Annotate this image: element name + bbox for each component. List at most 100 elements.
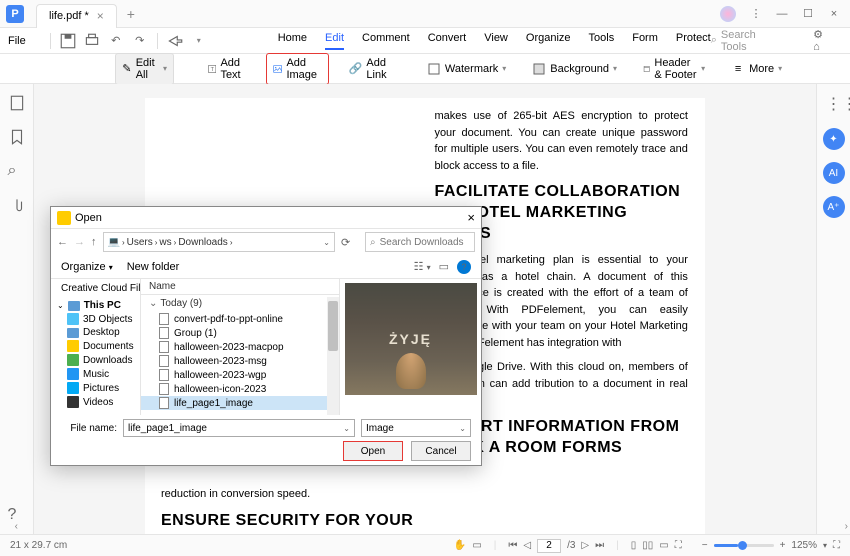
select-tool-icon[interactable]: ▭: [472, 540, 481, 551]
cancel-button[interactable]: Cancel: [411, 441, 471, 461]
file-icon: [159, 327, 169, 339]
tab-convert[interactable]: Convert: [428, 32, 467, 50]
tab-form[interactable]: Form: [632, 32, 658, 50]
file-item[interactable]: halloween-icon-2023: [141, 382, 339, 396]
home-icon[interactable]: ⌂: [813, 41, 820, 53]
scroll-left-icon[interactable]: ‹: [15, 521, 18, 532]
close-tab-icon[interactable]: ×: [97, 9, 104, 23]
tree-node: 3D Objects: [51, 312, 140, 326]
background-button[interactable]: Background ▾: [526, 59, 623, 79]
open-button[interactable]: Open: [343, 441, 403, 461]
file-item[interactable]: Group (1): [141, 326, 339, 340]
pc-icon: 💻: [108, 237, 120, 248]
page-dimensions: 21 x 29.7 cm: [10, 540, 67, 551]
organize-button[interactable]: Organize ▾: [61, 261, 113, 273]
tune-icon[interactable]: ⋮⋮: [826, 94, 842, 110]
zoom-out-icon[interactable]: −: [702, 540, 708, 551]
add-link-button[interactable]: 🔗 Add Link: [343, 54, 393, 84]
bookmarks-icon[interactable]: [8, 128, 26, 146]
more-menu-icon[interactable]: ⋮: [744, 4, 768, 24]
column-header-name[interactable]: Name: [141, 279, 339, 295]
tab-protect[interactable]: Protect: [676, 32, 711, 50]
dialog-search[interactable]: ⌕: [365, 232, 475, 252]
ai-tool-2[interactable]: AI: [823, 162, 845, 184]
single-page-icon[interactable]: ▯: [631, 540, 637, 551]
tab-home[interactable]: Home: [278, 32, 307, 50]
two-page-icon[interactable]: ▭: [659, 540, 668, 551]
tab-edit[interactable]: Edit: [325, 32, 344, 50]
dialog-help-icon[interactable]: ?: [457, 260, 471, 274]
share-icon[interactable]: [166, 32, 184, 50]
file-item[interactable]: convert-pdf-to-ppt-online: [141, 312, 339, 326]
fit-icon[interactable]: ⛶: [675, 540, 682, 551]
dialog-search-input[interactable]: [380, 237, 470, 248]
svg-text:T: T: [211, 66, 215, 72]
edit-all-button[interactable]: ✎ Edit All ▾: [115, 53, 174, 85]
attachments-icon[interactable]: [8, 196, 26, 214]
add-image-button[interactable]: Add Image: [266, 53, 329, 85]
tree-node: ⌄This PC: [51, 299, 140, 312]
zoom-value: 125%: [791, 540, 817, 551]
add-text-button[interactable]: T Add Text: [202, 54, 252, 84]
file-item[interactable]: halloween-2023-macpop: [141, 340, 339, 354]
new-folder-button[interactable]: New folder: [127, 261, 180, 273]
filename-input[interactable]: life_page1_image⌄: [123, 419, 355, 437]
file-menu[interactable]: File: [8, 35, 26, 47]
settings-icon[interactable]: ⚙: [813, 29, 823, 41]
more-button[interactable]: ≡ More ▾: [725, 59, 788, 79]
file-item[interactable]: life_page1_image: [141, 396, 339, 410]
search-icon: ⌕: [370, 237, 376, 248]
titlebar: P life.pdf * × + ⋮ — ☐ ×: [0, 0, 850, 28]
tab-view[interactable]: View: [484, 32, 508, 50]
file-item[interactable]: halloween-2023-msg: [141, 354, 339, 368]
tab-organize[interactable]: Organize: [526, 32, 571, 50]
maximize-icon[interactable]: ☐: [796, 4, 820, 24]
search-tools[interactable]: ⌕ Search Tools: [711, 29, 783, 53]
file-item[interactable]: halloween-2023-wgp: [141, 368, 339, 382]
view-mode-icon[interactable]: ☷ ▾: [414, 260, 431, 273]
breadcrumb[interactable]: 💻 › Users› ws› Downloads› ⌄: [103, 232, 336, 252]
filetype-filter[interactable]: Image⌄: [361, 419, 471, 437]
zoom-in-icon[interactable]: +: [780, 540, 786, 551]
last-page-icon[interactable]: ⏭: [595, 540, 604, 551]
continuous-icon[interactable]: ▯▯: [642, 540, 653, 551]
scroll-right-icon[interactable]: ›: [845, 521, 848, 532]
tab-comment[interactable]: Comment: [362, 32, 410, 50]
search-panel-icon[interactable]: ⌕: [8, 162, 26, 180]
account-avatar[interactable]: [720, 6, 736, 22]
back-icon[interactable]: ←: [57, 236, 68, 248]
scrollbar[interactable]: [327, 297, 339, 415]
thumbnails-icon[interactable]: [8, 94, 26, 112]
page-input[interactable]: [537, 539, 561, 553]
print-icon[interactable]: [83, 32, 101, 50]
prev-page-icon[interactable]: ◁: [523, 540, 531, 551]
tab-tools[interactable]: Tools: [589, 32, 615, 50]
close-window-icon[interactable]: ×: [822, 4, 846, 24]
background-icon: [532, 62, 546, 76]
first-page-icon[interactable]: ⏮: [508, 540, 517, 551]
watermark-icon: [427, 62, 441, 76]
menubar: File ↶ ↷ ▾ Home Edit Comment Convert Vie…: [0, 28, 850, 54]
undo-icon[interactable]: ↶: [107, 32, 125, 50]
ai-tool-1[interactable]: ✦: [823, 128, 845, 150]
save-icon[interactable]: [59, 32, 77, 50]
tree-node: Music: [51, 367, 140, 381]
fullscreen-icon[interactable]: ⛶: [833, 540, 840, 551]
watermark-button[interactable]: Watermark ▾: [421, 59, 512, 79]
redo-icon[interactable]: ↷: [131, 32, 149, 50]
next-page-icon[interactable]: ▷: [581, 540, 589, 551]
minimize-icon[interactable]: —: [770, 4, 794, 24]
forward-icon[interactable]: →: [74, 236, 85, 248]
zoom-slider[interactable]: [714, 544, 774, 547]
refresh-icon[interactable]: ⟳: [341, 236, 359, 249]
new-tab-button[interactable]: +: [127, 6, 135, 22]
header-footer-button[interactable]: Header & Footer ▾: [637, 54, 711, 84]
preview-pane-icon[interactable]: ▭: [439, 260, 449, 273]
close-dialog-icon[interactable]: ×: [467, 210, 475, 225]
folder-tree[interactable]: Creative Cloud Fil ⌄This PC 3D Objects D…: [51, 279, 141, 415]
file-list[interactable]: Name ⌄Today (9) convert-pdf-to-ppt-onlin…: [141, 279, 339, 415]
hand-tool-icon[interactable]: ✋: [454, 540, 466, 551]
up-icon[interactable]: ↑: [91, 236, 97, 248]
ai-tool-3[interactable]: A⁺: [823, 196, 845, 218]
document-tab[interactable]: life.pdf * ×: [36, 4, 117, 28]
